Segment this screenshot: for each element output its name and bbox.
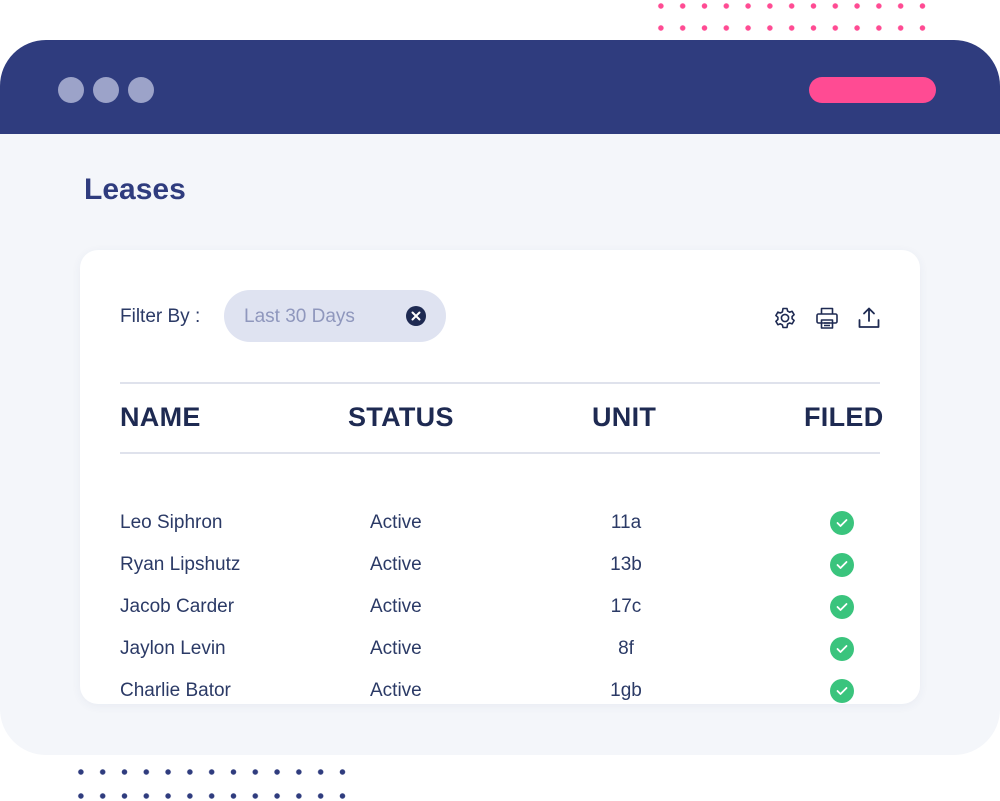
row-status: Active [370,554,422,575]
row-name: Ryan Lipshutz [120,554,241,575]
row-unit: 8f [618,638,634,659]
row-unit: 1gb [610,680,642,701]
check-circle-icon [830,595,854,619]
column-header-name[interactable]: NAME [120,402,201,433]
table-header-divider [120,452,880,454]
check-circle-icon [830,511,854,535]
window-control-dot[interactable] [93,77,119,103]
table-row[interactable]: Ryan Lipshutz Active 13b [80,543,920,585]
column-header-status[interactable]: STATUS [348,402,454,433]
upload-icon[interactable] [856,305,882,331]
table-row[interactable]: Charlie Bator Active 1gb [80,669,920,711]
leases-card: Filter By : Last 30 Days NAME STATUS UNI… [80,250,920,704]
window-titlebar [0,40,1000,134]
printer-icon[interactable] [814,305,840,331]
gear-icon[interactable] [772,305,798,331]
window-control-dot[interactable] [128,77,154,103]
row-name: Charlie Bator [120,680,231,701]
row-name: Jaylon Levin [120,638,226,659]
table-row[interactable]: Leo Siphron Active 11a [80,501,920,543]
check-circle-icon [830,679,854,703]
window-control-dot[interactable] [58,77,84,103]
date-filter-value: Last 30 Days [244,306,355,327]
table-row[interactable]: Jacob Carder Active 17c [80,585,920,627]
row-status: Active [370,680,422,701]
row-status: Active [370,512,422,533]
column-header-filed[interactable]: FILED [804,402,884,433]
row-name: Leo Siphron [120,512,223,533]
filter-label: Filter By : [120,306,201,327]
row-unit: 17c [610,596,642,617]
table-row[interactable]: Jaylon Levin Active 8f [80,627,920,669]
decorative-pink-dots [650,0,930,32]
titlebar-accent-pill [809,77,936,103]
row-status: Active [370,596,422,617]
check-circle-icon [830,553,854,577]
app-window: Leases Filter By : Last 30 Days NAME STA… [0,40,1000,755]
decorative-navy-dots [70,760,350,801]
check-circle-icon [830,637,854,661]
page-title: Leases [84,173,186,206]
row-status: Active [370,638,422,659]
date-filter-chip[interactable]: Last 30 Days [224,290,446,342]
row-name: Jacob Carder [120,596,235,617]
close-circle-icon[interactable] [406,306,426,326]
row-unit: 11a [610,512,642,533]
table-top-divider [120,382,880,384]
column-header-unit[interactable]: UNIT [592,402,656,433]
row-unit: 13b [610,554,642,575]
